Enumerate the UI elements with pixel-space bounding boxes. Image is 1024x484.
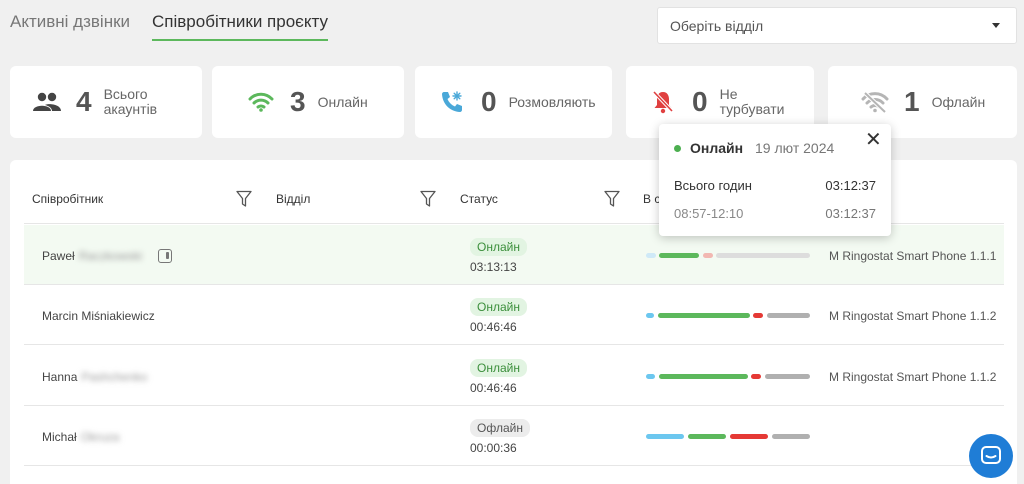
timeline-segment (716, 253, 810, 258)
device-name: M Ringostat Smart Phone 1.1.2 (829, 309, 997, 323)
popup-total-value: 03:12:37 (825, 178, 876, 193)
filter-icon[interactable] (420, 190, 436, 208)
filter-icon[interactable] (604, 190, 620, 208)
wifi-icon (246, 87, 276, 117)
department-select[interactable]: Оберіть відділ (657, 7, 1017, 44)
stat-label: Розмовляють (508, 93, 596, 110)
popup-interval-value: 03:12:37 (825, 206, 876, 221)
employee-last-name: Okruza (80, 430, 120, 444)
status-duration: 03:13:13 (470, 260, 517, 274)
close-icon[interactable]: ✕ (865, 130, 882, 150)
stat-label-line: Розмовляють (508, 93, 596, 110)
status-badge: Офлайн (470, 419, 530, 437)
device-name: M Ringostat Smart Phone 1.1.2 (829, 370, 997, 384)
timeline-segment (646, 253, 656, 258)
tab-active-calls[interactable]: Активні дзвінки (10, 12, 130, 41)
stat-label-line: турбувати (719, 101, 785, 117)
timeline-segment (646, 434, 684, 439)
popup-interval-label: 08:57-12:10 (674, 206, 744, 221)
table-row[interactable]: Hanna Pashchenko Онлайн 00:46:46 M Ringo… (24, 346, 1004, 406)
chevron-down-icon (992, 23, 1000, 28)
status-duration: 00:46:46 (470, 381, 517, 395)
status-badge: Онлайн (470, 298, 527, 316)
stat-value: 4 (76, 86, 92, 117)
table-row[interactable]: Michał Okruza Офлайн 00:00:36 (24, 406, 1004, 466)
timeline-segment (765, 374, 810, 379)
employee-first-name: Paweł (42, 249, 75, 263)
stat-label-line: акаунтів (103, 101, 158, 117)
employee-first-name: Marcin Miśniakiewicz (42, 309, 155, 323)
phone-call-icon (437, 87, 467, 117)
timeline-segment (772, 434, 810, 439)
employee-last-name: Raczkowski (78, 249, 143, 263)
stat-label: Всього акаунтів (104, 87, 158, 117)
status-duration: 00:00:36 (470, 441, 517, 455)
wifi-off-icon (860, 87, 890, 117)
device-toggle-icon[interactable] (158, 249, 173, 263)
status-badge: Онлайн (470, 359, 527, 377)
timeline-segment (703, 253, 713, 258)
employee-first-name: Michał (42, 430, 77, 444)
timeline-segment (751, 374, 761, 379)
column-header-status[interactable]: Статус (460, 174, 498, 224)
timeline-segment (753, 313, 763, 318)
timeline-segment (646, 313, 654, 318)
stat-label-line: Не (719, 86, 738, 102)
tab-project-employees[interactable]: Співробітники проєкту (152, 12, 328, 41)
timeline-segment (730, 434, 768, 439)
status-duration: 00:46:46 (470, 320, 517, 334)
stat-value: 3 (290, 86, 306, 117)
column-header-department[interactable]: Відділ (276, 174, 310, 224)
stat-card-total-accounts: 4 Всього акаунтів (10, 66, 202, 138)
chat-button[interactable] (969, 434, 1013, 478)
stat-value: 0 (481, 86, 497, 117)
timeline-segment (659, 374, 748, 379)
table-row[interactable]: Marcin Miśniakiewicz Онлайн 00:46:46 M R… (24, 285, 1004, 345)
stat-value: 1 (904, 86, 920, 117)
stat-card-talking: 0 Розмовляють (415, 66, 612, 138)
bell-off-icon (648, 87, 678, 117)
column-header-time[interactable]: В с (643, 174, 660, 224)
device-name: M Ringostat Smart Phone 1.1.1 (829, 249, 997, 263)
department-select-placeholder: Оберіть відділ (670, 17, 764, 34)
filter-icon[interactable] (236, 190, 252, 208)
stat-label: Не турбувати (720, 87, 785, 117)
employee-name: Michał Okruza (42, 430, 119, 444)
stat-label-line: Офлайн (931, 93, 986, 110)
popup-date: 19 лют 2024 (755, 140, 835, 156)
timeline-segment (767, 313, 810, 318)
popup-status: Онлайн (690, 140, 744, 156)
stat-card-online: 3 Онлайн (212, 66, 404, 138)
employee-name: Hanna Pashchenko (42, 370, 147, 384)
popup-total-label: Всього годин (674, 178, 752, 193)
stat-label-line: Онлайн (317, 93, 368, 110)
column-header-employee[interactable]: Співробітник (32, 174, 103, 224)
employee-first-name: Hanna (42, 370, 78, 384)
timeline-segment (658, 313, 750, 318)
employee-last-name: Pashchenko (81, 370, 148, 384)
timeline-segment (688, 434, 726, 439)
stat-label-line: Всього (103, 86, 148, 102)
status-badge: Онлайн (470, 238, 527, 256)
people-icon (32, 87, 62, 117)
timeline-segment (659, 253, 699, 258)
employee-name: Marcin Miśniakiewicz (42, 309, 155, 323)
chat-icon (981, 446, 1001, 464)
tab-bar: Активні дзвінки Співробітники проєкту (10, 12, 328, 41)
stat-label: Офлайн (931, 93, 986, 110)
timeline-segment (646, 374, 655, 379)
stat-value: 0 (692, 86, 708, 117)
status-popup: Онлайн 19 лют 2024 ✕ Всього годин 03:12:… (659, 124, 891, 236)
stat-label: Онлайн (317, 93, 368, 110)
status-dot (674, 145, 681, 152)
employee-name: Paweł Raczkowski (42, 249, 173, 263)
